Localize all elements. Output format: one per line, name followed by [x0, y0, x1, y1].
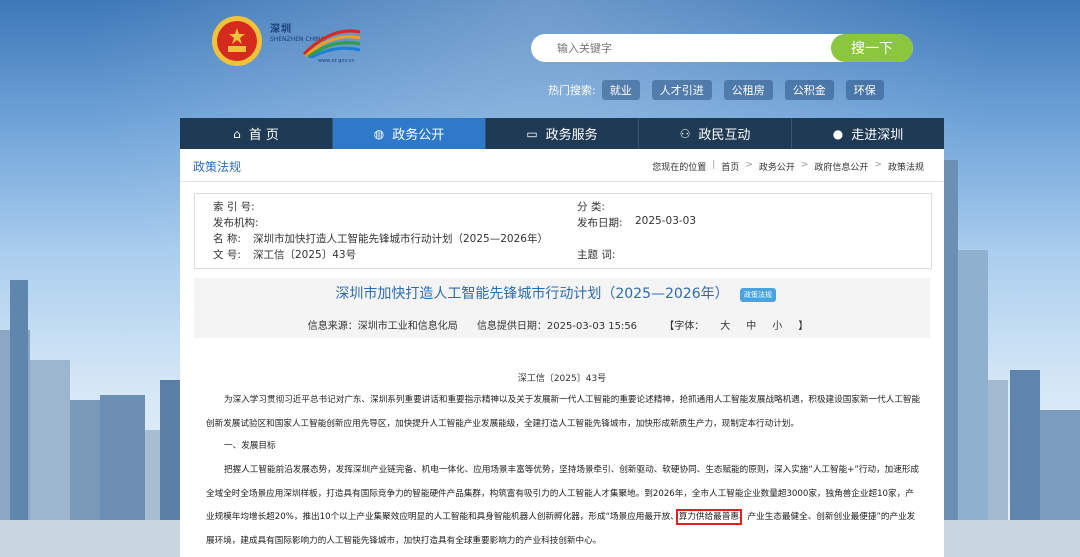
meta-date-label: 发布日期:	[577, 217, 623, 229]
meta-name-value: 深圳市加快打造人工智能先锋城市行动计划（2025—2026年）	[253, 233, 548, 245]
breadcrumb-home[interactable]: 首页	[721, 160, 739, 173]
breadcrumb-separator: >	[745, 160, 753, 170]
site-logo[interactable]: 深圳 SHENZHEN CHINA www.sz.gov.cn	[210, 14, 370, 70]
nav-home-label: 首 页	[248, 128, 279, 143]
highlighted-text: 算力供给最普惠	[675, 509, 742, 525]
font-size-small-link[interactable]: 小	[772, 321, 782, 332]
breadcrumb-separator: >	[874, 160, 882, 170]
breadcrumb-policy[interactable]: 政策法规	[888, 160, 924, 173]
info-provide-date: 信息提供日期：2025-03-03 15:56	[476, 321, 638, 332]
breadcrumb-bar: 政策法规 您现在的位置 | 首页 > 政务公开 > 政府信息公开 > 政策法规	[180, 149, 944, 182]
font-size-large-link[interactable]: 大	[720, 321, 730, 332]
content-panel: 政策法规 您现在的位置 | 首页 > 政务公开 > 政府信息公开 > 政策法规 …	[180, 149, 944, 557]
info-source: 信息来源：深圳市工业和信息化局	[307, 321, 458, 332]
breadcrumb-info-disclosure[interactable]: 政府信息公开	[814, 160, 868, 173]
logo-text: 深圳	[270, 24, 292, 35]
policy-badge: 政策法规	[740, 288, 776, 302]
hot-search-label: 热门搜索:	[548, 84, 596, 97]
national-emblem-icon	[212, 16, 262, 66]
meta-index-label: 索 引 号:	[213, 201, 255, 213]
document-info-line: 信息来源：深圳市工业和信息化局 信息提供日期：2025-03-03 15:56 …	[194, 317, 930, 332]
section-heading-goals: 一、发展目标	[224, 441, 276, 451]
document-title-text: 深圳市加快打造人工智能先锋城市行动计划（2025—2026年）	[335, 286, 729, 302]
hot-search-bar: 热门搜索: 就业 人才引进 公租房 公积金 环保	[548, 80, 896, 100]
nav-interaction[interactable]: ⚇ 政民互动	[639, 118, 792, 149]
search-button[interactable]: 搜一下	[831, 34, 913, 62]
meta-org-label: 发布机构:	[213, 217, 259, 229]
breadcrumb-separator: |	[712, 160, 716, 170]
search-box: 搜一下	[531, 34, 913, 62]
meta-topic-label: 主题 词:	[577, 249, 616, 261]
home-icon: ⌂	[233, 126, 241, 141]
logo-swoosh-icon	[302, 29, 361, 58]
nav-about-shenzhen-label: 走进深圳	[851, 128, 904, 143]
people-icon: ⚇	[679, 126, 691, 141]
nav-government-affairs[interactable]: ◍ 政务公开	[333, 118, 486, 149]
nav-services-label: 政务服务	[545, 128, 598, 143]
hot-tag-gongzufang[interactable]: 公租房	[723, 80, 773, 100]
font-size-label: 【字体：	[664, 321, 705, 332]
hot-tag-huanbao[interactable]: 环保	[845, 80, 884, 100]
document-title: 深圳市加快打造人工智能先锋城市行动计划（2025—2026年）	[194, 283, 930, 303]
nav-home[interactable]: ⌂ 首 页	[180, 118, 333, 149]
document-number: 深工信〔2025〕43号	[517, 374, 607, 384]
nav-services[interactable]: ▭ 政务服务	[486, 118, 639, 149]
meta-date-value: 2025-03-03	[635, 215, 697, 227]
breadcrumb-government-affairs[interactable]: 政务公开	[759, 160, 795, 173]
info-icon: ●	[832, 126, 844, 141]
globe-icon: ◍	[373, 126, 385, 141]
breadcrumb-separator: >	[800, 160, 809, 170]
monitor-icon: ▭	[526, 126, 538, 141]
font-size-control: 【字体： 大 中 小 】	[656, 321, 816, 332]
document-title-box: 深圳市加快打造人工智能先锋城市行动计划（2025—2026年） 政策法规 信息来…	[194, 278, 930, 338]
font-size-end: 】	[798, 321, 809, 332]
nav-about-shenzhen[interactable]: ● 走进深圳	[792, 118, 944, 149]
hot-tag-rencai[interactable]: 人才引进	[651, 80, 712, 100]
meta-category-label: 分 类:	[577, 201, 605, 213]
body-paragraph-intro: 为深入学习贯彻习近平总书记对广东、深圳系列重要讲话和重要指示精神以及关于发展新一…	[206, 395, 921, 429]
nav-interaction-label: 政民互动	[698, 128, 751, 143]
meta-name-label: 名 称:	[213, 233, 241, 245]
breadcrumb: 您现在的位置 | 首页 > 政务公开 > 政府信息公开 > 政策法规	[646, 160, 924, 173]
logo-url: www.sz.gov.cn	[318, 58, 355, 64]
hot-tag-gongjijin[interactable]: 公积金	[784, 80, 834, 100]
meta-docno-label: 文 号:	[213, 249, 241, 261]
font-size-medium-link[interactable]: 中	[746, 321, 756, 332]
hot-tag-jiuye[interactable]: 就业	[601, 80, 640, 100]
breadcrumb-prefix: 您现在的位置	[652, 163, 707, 173]
section-title: 政策法规	[193, 160, 242, 174]
search-input[interactable]	[545, 34, 849, 62]
document-meta-table: 索 引 号: 分 类: 发布机构: 发布日期: 2025-03-03 名 称: …	[194, 193, 932, 269]
main-nav: ⌂ 首 页 ◍ 政务公开 ▭ 政务服务 ⚇ 政民互动 ● 走进深圳	[180, 118, 944, 149]
meta-docno-value: 深工信〔2025〕43号	[253, 249, 357, 261]
body-paragraph-goals: 把握人工智能前沿发展态势，发挥深圳产业链完备、机电一体化、应用场景丰富等优势，坚…	[206, 459, 922, 553]
nav-government-affairs-label: 政务公开	[392, 128, 445, 143]
